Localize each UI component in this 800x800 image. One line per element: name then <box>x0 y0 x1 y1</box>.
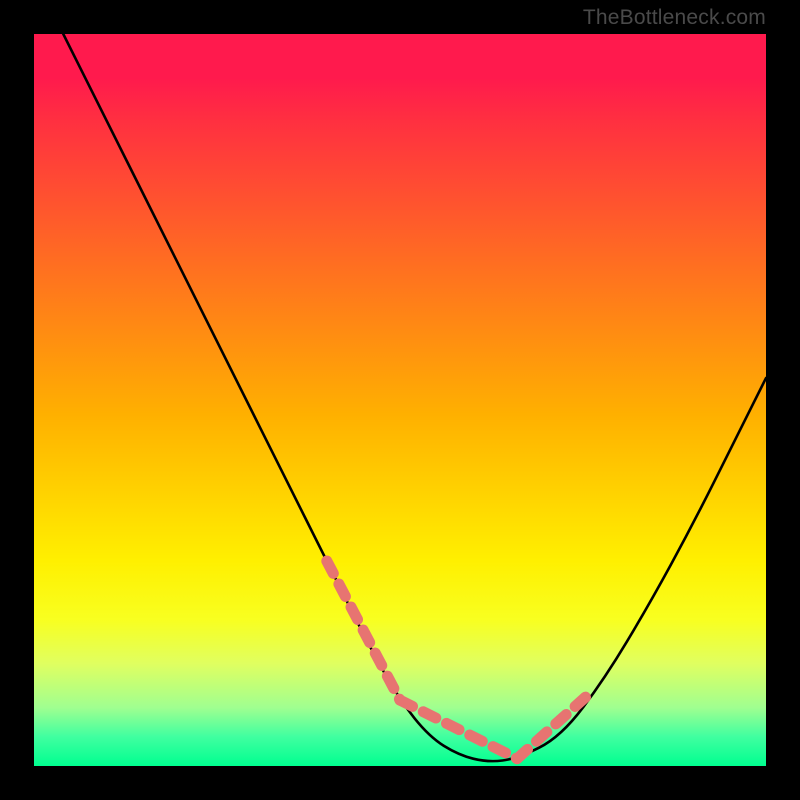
main-curve <box>63 34 766 761</box>
watermark-text: TheBottleneck.com <box>583 6 766 30</box>
chart-container: TheBottleneck.com <box>0 0 800 800</box>
highlight-curve <box>327 561 591 759</box>
chart-svg <box>34 34 766 766</box>
plot-area <box>34 34 766 766</box>
